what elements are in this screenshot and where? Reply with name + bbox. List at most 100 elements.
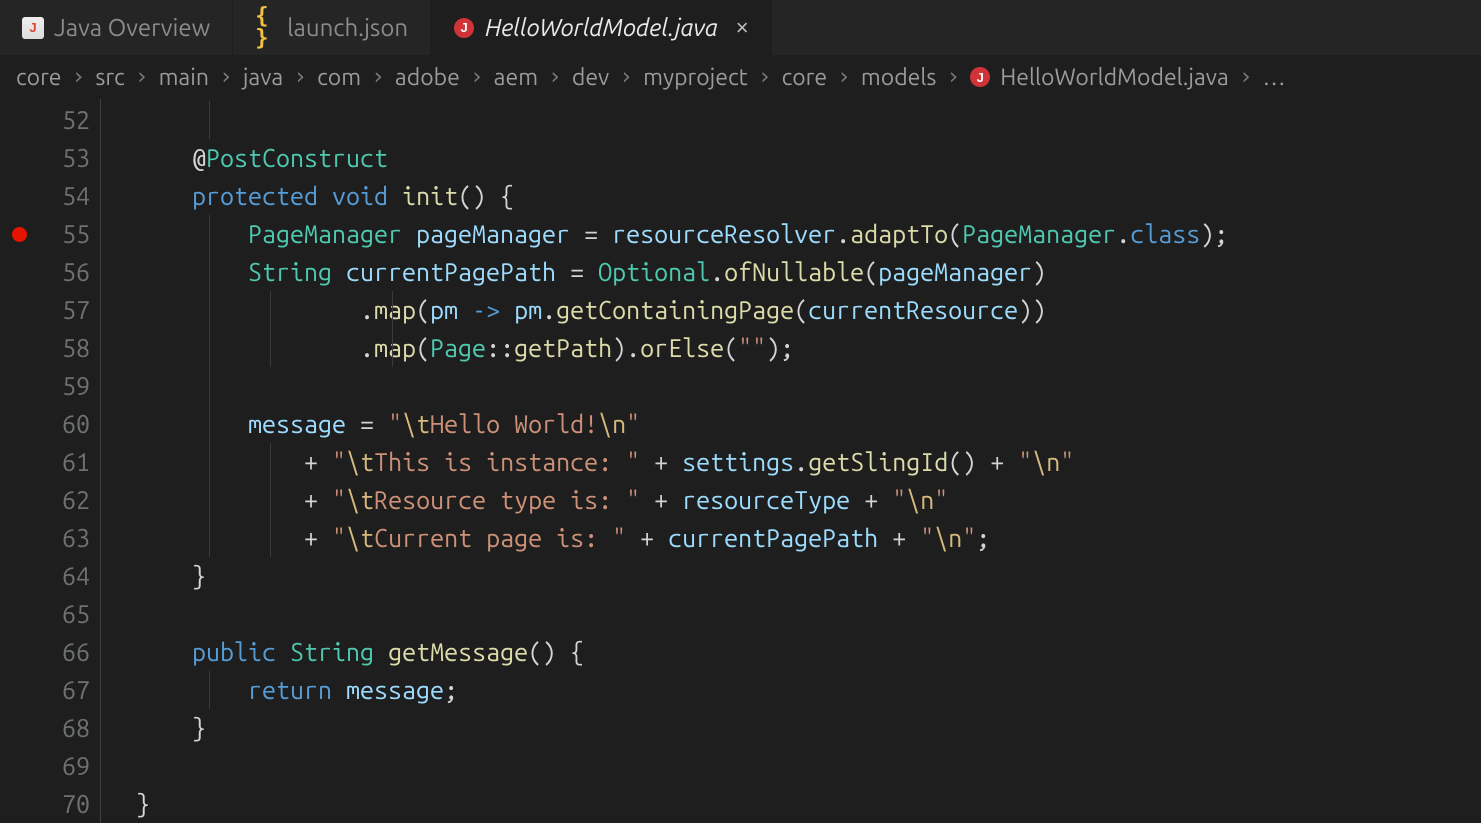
token-kw: protected <box>192 182 318 210</box>
crumb-main[interactable]: main <box>159 65 209 90</box>
token-plain <box>976 448 990 476</box>
indent-guide <box>270 481 271 519</box>
token-str: " <box>332 524 346 552</box>
breakpoint-cell[interactable] <box>0 519 38 557</box>
breakpoint-cell[interactable] <box>0 329 38 367</box>
breakpoint-cell[interactable] <box>0 253 38 291</box>
token-plain <box>332 258 346 286</box>
code-line[interactable] <box>136 595 1481 633</box>
token-type: Optional <box>598 258 710 286</box>
breakpoint-cell[interactable] <box>0 633 38 671</box>
tab-helloworldmodel[interactable]: J HelloWorldModel.java × <box>431 0 772 55</box>
breakpoint-cell[interactable] <box>0 443 38 481</box>
code-line[interactable]: String currentPagePath = Optional.ofNull… <box>136 253 1481 291</box>
code-line[interactable]: .map(pm -> pm.getContainingPage(currentR… <box>136 291 1481 329</box>
token-plain <box>556 258 570 286</box>
chevron-right-icon: › <box>287 64 313 90</box>
token-id: currentResource <box>808 296 1018 324</box>
code-line[interactable]: + "\tCurrent page is: " + currentPagePat… <box>136 519 1481 557</box>
token-op: = <box>584 220 598 248</box>
token-plain <box>668 486 682 514</box>
token-fn: adaptTo <box>850 220 948 248</box>
code-area[interactable]: @PostConstruct protected void init() { P… <box>136 99 1481 823</box>
crumb-adobe[interactable]: adobe <box>395 65 460 90</box>
crumb-myproject[interactable]: myproject <box>643 65 748 90</box>
line-number: 54 <box>38 177 90 215</box>
code-editor[interactable]: 52535455565758596061626364656667686970 @… <box>0 99 1481 823</box>
tab-java-overview[interactable]: J Java Overview <box>0 0 233 55</box>
code-line[interactable]: @PostConstruct <box>136 139 1481 177</box>
breakpoint-cell[interactable] <box>0 177 38 215</box>
breakpoint-cell[interactable] <box>0 101 38 139</box>
code-line[interactable]: + "\tThis is instance: " + settings.getS… <box>136 443 1481 481</box>
breakpoint-cell[interactable] <box>0 709 38 747</box>
tab-launch-json[interactable]: { } launch.json <box>233 0 431 55</box>
chevron-right-icon: › <box>65 64 91 90</box>
code-line[interactable]: return message; <box>136 671 1481 709</box>
crumb-com[interactable]: com <box>317 65 361 90</box>
crumb-file[interactable]: HelloWorldModel.java <box>1000 65 1229 90</box>
breakpoint-cell[interactable] <box>0 367 38 405</box>
breakpoint-gutter[interactable] <box>0 99 38 823</box>
token-plain <box>318 182 332 210</box>
crumb-src[interactable]: src <box>95 65 124 90</box>
breadcrumb: core › src › main › java › com › adobe ›… <box>0 55 1481 99</box>
crumb-dev[interactable]: dev <box>572 65 609 90</box>
close-icon[interactable]: × <box>736 15 749 41</box>
code-line[interactable] <box>136 101 1481 139</box>
breakpoint-cell[interactable] <box>0 557 38 595</box>
line-number: 55 <box>38 215 90 253</box>
token-str: Hello World! <box>430 410 598 438</box>
line-number: 58 <box>38 329 90 367</box>
breakpoint-cell[interactable] <box>0 671 38 709</box>
token-esc: \t <box>402 410 430 438</box>
token-plain <box>584 258 598 286</box>
breakpoint-cell[interactable] <box>0 595 38 633</box>
code-line[interactable]: + "\tResource type is: " + resourceType … <box>136 481 1481 519</box>
crumb-core2[interactable]: core <box>782 65 827 90</box>
token-ann: PostConstruct <box>206 144 388 172</box>
line-number: 66 <box>38 633 90 671</box>
code-line[interactable]: .map(Page::getPath).orElse(""); <box>136 329 1481 367</box>
breakpoint-cell[interactable] <box>0 215 38 253</box>
breakpoint-cell[interactable] <box>0 291 38 329</box>
token-op: + <box>304 524 318 552</box>
breakpoint-cell[interactable] <box>0 785 38 823</box>
breakpoint-icon[interactable] <box>12 227 27 242</box>
crumb-core[interactable]: core <box>16 65 61 90</box>
crumb-aem[interactable]: aem <box>494 65 538 90</box>
token-punc: . <box>136 334 374 362</box>
breakpoint-cell[interactable] <box>0 481 38 519</box>
line-number: 69 <box>38 747 90 785</box>
token-fn: init <box>402 182 458 210</box>
code-line[interactable]: } <box>136 785 1481 823</box>
token-punc: } <box>136 790 150 818</box>
token-esc: \n <box>934 524 962 552</box>
token-punc: )) <box>1018 296 1046 324</box>
line-number-gutter: 52535455565758596061626364656667686970 <box>38 99 94 823</box>
code-line[interactable]: } <box>136 709 1481 747</box>
line-number: 60 <box>38 405 90 443</box>
code-line[interactable]: message = "\tHello World!\n" <box>136 405 1481 443</box>
crumb-java[interactable]: java <box>243 65 283 90</box>
java-overview-icon: J <box>22 17 44 39</box>
crumb-models[interactable]: models <box>861 65 936 90</box>
code-line[interactable]: } <box>136 557 1481 595</box>
code-line[interactable]: protected void init() { <box>136 177 1481 215</box>
token-op: = <box>360 410 374 438</box>
code-line[interactable] <box>136 747 1481 785</box>
token-plain <box>850 486 864 514</box>
token-str: " <box>920 524 934 552</box>
breakpoint-cell[interactable] <box>0 405 38 443</box>
token-type: PageManager <box>248 220 402 248</box>
chevron-right-icon: › <box>365 64 391 90</box>
crumb-more[interactable]: … <box>1263 65 1288 90</box>
token-id: settings <box>682 448 794 476</box>
chevron-right-icon: › <box>129 64 155 90</box>
code-line[interactable] <box>136 367 1481 405</box>
code-line[interactable]: PageManager pageManager = resourceResolv… <box>136 215 1481 253</box>
code-line[interactable]: public String getMessage() { <box>136 633 1481 671</box>
breakpoint-cell[interactable] <box>0 747 38 785</box>
token-plain <box>318 524 332 552</box>
breakpoint-cell[interactable] <box>0 139 38 177</box>
